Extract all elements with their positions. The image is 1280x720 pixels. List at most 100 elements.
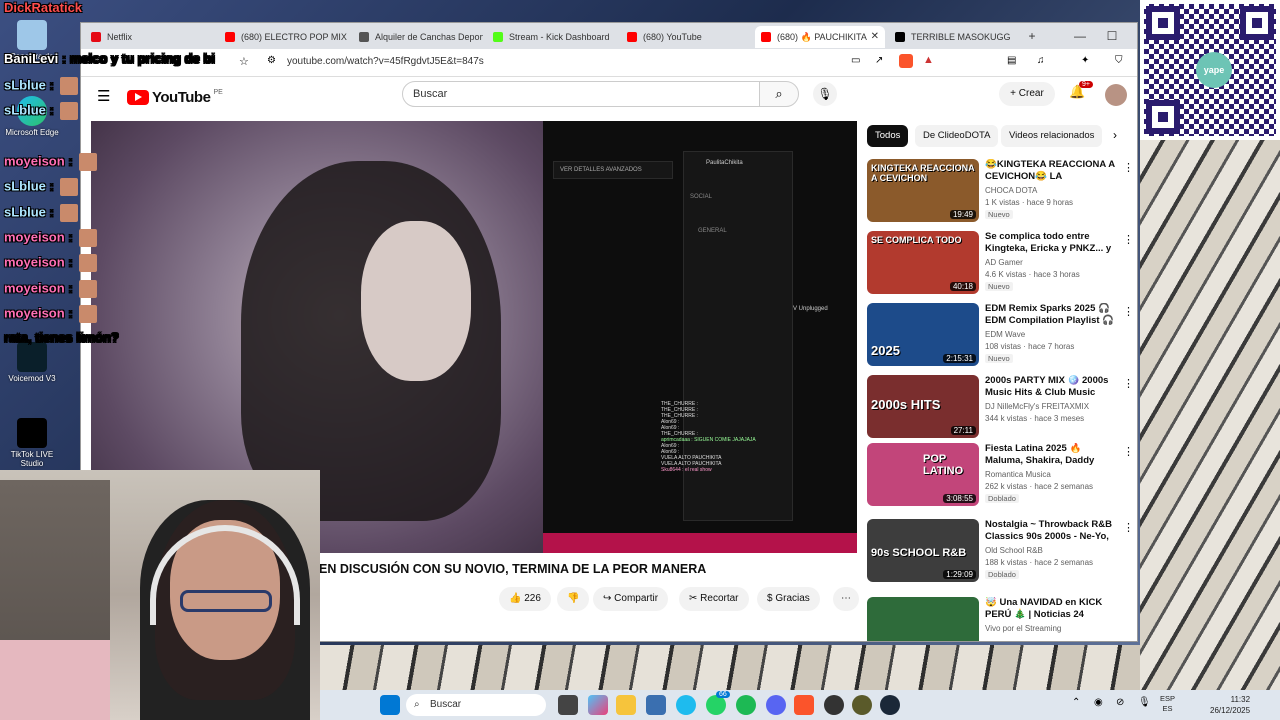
kebab-menu-icon[interactable]: ⋮ <box>1123 161 1134 174</box>
brave-icon[interactable] <box>794 695 814 715</box>
spotify-icon[interactable] <box>736 695 756 715</box>
more-icon: ⋯ <box>841 593 851 604</box>
share-icon[interactable]: ↗ <box>875 55 883 66</box>
search-button[interactable]: ⌕ <box>759 81 799 107</box>
copilot-icon[interactable] <box>588 695 608 715</box>
bookmark-icon[interactable]: ☆ <box>239 55 249 68</box>
mic-icon[interactable]: 🎙 <box>1138 697 1151 708</box>
tab-kick-dashboard[interactable]: Stream - Kick Dashboard <box>487 26 617 48</box>
chat-line: moyeison : <box>4 153 97 171</box>
avatar[interactable] <box>1105 84 1127 106</box>
thumbnail: 2000s HITS 27:11 <box>867 375 979 438</box>
more-actions-button[interactable]: ⋯ <box>833 587 859 611</box>
search-input[interactable]: Buscar <box>402 81 760 107</box>
tab-pauchikita-active[interactable]: (680) 🔥 PAUCHIKITA ✕ <box>755 26 885 48</box>
maximize-icon[interactable]: ☐ <box>1103 27 1121 45</box>
tab-alquiler[interactable]: Alquiler de Canchas Deport <box>353 26 483 48</box>
list-item[interactable]: 2025 2:15:31 EDM Remix Sparks 2025 🎧 EDM… <box>867 303 1134 369</box>
list-item[interactable]: 🤯 Una NAVIDAD en KICK PERÚ 🎄 | Noticias … <box>867 597 1127 641</box>
wifi-off-icon[interactable]: ⊘ <box>1116 697 1124 708</box>
address-bar[interactable]: ☆ ⚙ youtube.com/watch?v=45fRgdvtJ5E&t=84… <box>81 49 1137 77</box>
tab-youtube[interactable]: (680) YouTube <box>621 26 751 48</box>
kebab-menu-icon[interactable]: ⋮ <box>1123 233 1134 246</box>
thumbnail: KINGTEKA REACCIONA A CEVICHON 19:49 <box>867 159 979 222</box>
obs-icon[interactable] <box>824 695 844 715</box>
share-icon: ↪ <box>603 593 612 604</box>
tab-netflix[interactable]: Netflix <box>85 26 215 48</box>
site-settings-icon[interactable]: ⚙ <box>267 55 276 66</box>
webcam-overlay <box>0 470 320 720</box>
list-item[interactable]: POP LATINO 3:08:55 Fiesta Latina 2025 🔥 … <box>867 443 1134 509</box>
url-text[interactable]: youtube.com/watch?v=45fRgdvtJ5E&t=847s <box>287 56 484 67</box>
file-explorer-icon[interactable] <box>616 695 636 715</box>
tab-electro-pop[interactable]: (680) ELECTRO POP MIX 200 <box>219 26 349 48</box>
kebab-menu-icon[interactable]: ⋮ <box>1123 599 1127 612</box>
taskbar-search-input[interactable]: ⌕ Buscar <box>406 694 546 716</box>
kebab-menu-icon[interactable]: ⋮ <box>1123 305 1134 318</box>
list-item[interactable]: 90s SCHOOL R&B 1:29:09 Nostalgia ~ Throw… <box>867 519 1134 585</box>
kebab-menu-icon[interactable]: ⋮ <box>1123 445 1134 458</box>
list-item[interactable]: SE COMPLICA TODO 40:18 Se complica todo … <box>867 231 1134 297</box>
steam-icon[interactable] <box>880 695 900 715</box>
store-icon[interactable] <box>646 695 666 715</box>
video-subject-face <box>361 221 471 381</box>
extensions-icon[interactable]: ✦ <box>1081 55 1089 66</box>
create-button[interactable]: + Crear <box>999 82 1055 106</box>
chevron-right-icon[interactable]: › <box>1113 128 1117 142</box>
chip-related[interactable]: Videos relacionados <box>1001 125 1103 147</box>
tab-tiktok[interactable]: TERRIBLE MASOKUGG <box>889 26 1019 48</box>
voice-search-button[interactable]: 🎙 <box>813 82 837 106</box>
emote-icon <box>59 77 78 95</box>
clip-button[interactable]: ✂ Recortar <box>679 587 749 611</box>
vr-details-button: VER DETALLES AVANZADOS <box>553 161 673 179</box>
qr-corner <box>1240 6 1274 40</box>
thanks-button[interactable]: $ Gracias <box>757 587 820 611</box>
tiktok-icon <box>895 32 905 42</box>
new-tab-icon[interactable]: + <box>1023 27 1041 45</box>
like-button[interactable]: 👍 226 <box>499 587 551 611</box>
close-tab-icon[interactable]: ✕ <box>871 26 879 48</box>
rewards-icon[interactable]: ▲ <box>923 54 934 66</box>
kebab-menu-icon[interactable]: ⋮ <box>1123 377 1134 390</box>
task-view-icon[interactable] <box>558 695 578 715</box>
thumbs-up-icon: 👍 <box>509 593 522 604</box>
dislike-button[interactable]: 👎 <box>557 587 590 611</box>
emote-icon <box>78 254 97 272</box>
chip-all[interactable]: Todos <box>867 125 909 147</box>
list-item[interactable]: KINGTEKA REACCIONA A CEVICHON 19:49 😂KIN… <box>867 159 1134 225</box>
tab-bar: Netflix (680) ELECTRO POP MIX 200 Alquil… <box>81 23 1137 49</box>
minimize-icon[interactable]: — <box>1071 27 1089 45</box>
youtube-icon <box>225 32 235 42</box>
search-icon: ⌕ <box>775 86 783 101</box>
desktop-icon-voicemod[interactable]: Voicemod V3 <box>2 342 62 383</box>
kebab-menu-icon[interactable]: ⋮ <box>1123 521 1134 534</box>
vpn-icon[interactable]: ⛉ <box>1115 55 1123 66</box>
music-icon[interactable]: ♫ <box>1037 55 1045 66</box>
chip-channel[interactable]: De ClideoDOTA <box>915 125 999 147</box>
menu-icon[interactable]: ☰ <box>97 87 110 105</box>
windows-start-icon[interactable] <box>380 695 400 715</box>
network-icon[interactable]: ◉ <box>1094 697 1103 708</box>
list-item[interactable]: 2000s HITS 27:11 2000s PARTY MIX 🪩 2000s… <box>867 375 1134 441</box>
sidebar-icon[interactable]: ▤ <box>1007 55 1016 66</box>
brave-shield-icon[interactable] <box>899 54 913 68</box>
emote-icon <box>59 204 78 222</box>
language-indicator[interactable]: ESP ES <box>1160 694 1175 714</box>
discord-icon[interactable] <box>766 695 786 715</box>
thumbs-down-icon: 👎 <box>567 593 580 604</box>
emote-icon <box>78 305 97 323</box>
kick-icon <box>493 32 503 42</box>
youtube-header: ☰ YouTube PE Buscar ⌕ 🎙 + Crear 🔔 9+ <box>81 77 1137 117</box>
cast-icon[interactable]: ▭ <box>851 55 860 66</box>
chat-line: sLblue : <box>4 102 78 120</box>
edge-icon[interactable] <box>676 695 696 715</box>
chevron-up-icon[interactable]: ⌃ <box>1072 697 1080 708</box>
share-button[interactable]: ↪ Compartir <box>593 587 669 611</box>
whatsapp-icon[interactable] <box>706 695 726 715</box>
qr-corner <box>1146 6 1180 40</box>
youtube-logo[interactable]: YouTube PE <box>127 87 223 107</box>
clock[interactable]: 11:32 26/12/2025 <box>1210 694 1250 716</box>
app-icon[interactable] <box>852 695 872 715</box>
desktop-icon-tiktok-live[interactable]: TikTok LIVE Studio <box>2 418 62 468</box>
chat-line: sLblue : <box>4 178 78 196</box>
